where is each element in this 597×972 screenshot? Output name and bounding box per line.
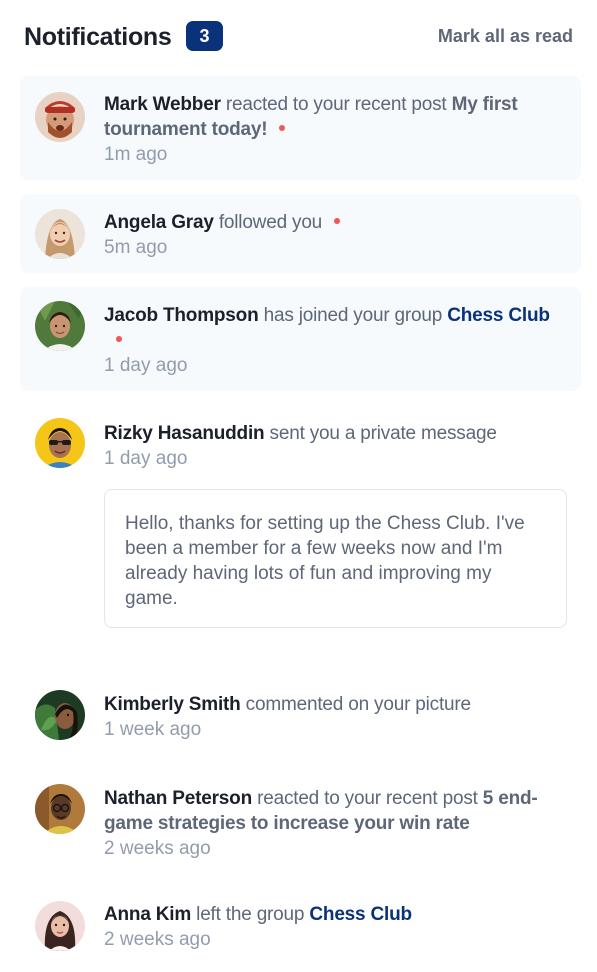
notification-time: 1 week ago — [104, 719, 202, 740]
notification-time: 2 weeks ago — [104, 929, 211, 950]
notification-action: has joined your group — [263, 305, 443, 326]
notification-user-name[interactable]: Anna Kim — [104, 904, 191, 925]
notification-time: 1m ago — [104, 144, 168, 165]
notification-item[interactable]: Nathan Peterson reacted to your recent p… — [20, 770, 581, 874]
mark-all-as-read-button[interactable]: Mark all as read — [438, 26, 573, 47]
unread-count-badge: 3 — [186, 21, 223, 51]
notification-item[interactable]: Kimberly Smith commented on your picture… — [20, 676, 581, 756]
avatar-nathan-peterson[interactable] — [35, 784, 85, 834]
notification-user-name[interactable]: Nathan Peterson — [104, 788, 252, 809]
notification-text: Angela Gray followed you — [104, 210, 561, 235]
notification-action: followed you — [218, 212, 323, 233]
notification-text: Rizky Hasanuddin sent you a private mess… — [104, 421, 561, 446]
avatar-kimberly-smith[interactable] — [35, 690, 85, 740]
notification-item[interactable]: Mark Webber reacted to your recent post … — [20, 76, 581, 180]
notification-text: Nathan Peterson reacted to your recent p… — [104, 786, 561, 836]
unread-dot-icon — [279, 124, 286, 131]
notification-action: left the group — [196, 904, 305, 925]
notification-time: 1 day ago — [104, 355, 188, 376]
avatar-rizky-hasanuddin[interactable] — [35, 418, 85, 468]
notification-group-link[interactable]: Chess Club — [309, 904, 412, 925]
notification-text: Anna Kim left the group Chess Club — [104, 902, 561, 927]
notification-time: 1 day ago — [104, 448, 188, 469]
notification-group-link[interactable]: Chess Club — [447, 305, 550, 326]
page-title: Notifications — [24, 23, 172, 51]
private-message-preview[interactable]: Hello, thanks for setting up the Chess C… — [104, 489, 567, 628]
notification-user-name[interactable]: Mark Webber — [104, 94, 221, 115]
notification-action: commented on your picture — [245, 694, 471, 715]
avatar-angela-gray[interactable] — [35, 209, 85, 259]
avatar-jacob-thompson[interactable] — [35, 301, 85, 351]
notification-item[interactable]: Anna Kim left the group Chess Club 2 wee… — [20, 888, 581, 968]
avatar-anna-kim[interactable] — [35, 901, 85, 951]
notification-time: 2 weeks ago — [104, 838, 211, 859]
notification-action: reacted to your recent post — [225, 94, 447, 115]
notification-time: 5m ago — [104, 237, 168, 258]
notification-user-name[interactable]: Kimberly Smith — [104, 694, 241, 715]
notification-user-name[interactable]: Jacob Thompson — [104, 305, 259, 326]
notification-item[interactable]: Jacob Thompson has joined your group Che… — [20, 287, 581, 391]
notification-action: sent you a private message — [269, 423, 497, 444]
notification-user-name[interactable]: Rizky Hasanuddin — [104, 423, 265, 444]
notification-text: Mark Webber reacted to your recent post … — [104, 92, 561, 142]
unread-dot-icon — [116, 335, 122, 342]
notification-item[interactable]: Angela Gray followed you 5m ago — [20, 194, 581, 273]
notification-user-name[interactable]: Angela Gray — [104, 212, 214, 233]
notification-action: reacted to your recent post — [257, 788, 478, 809]
notification-text: Jacob Thompson has joined your group Che… — [104, 303, 561, 353]
avatar-mark-webber[interactable] — [35, 92, 85, 142]
notification-text: Kimberly Smith commented on your picture — [104, 692, 561, 717]
unread-dot-icon — [334, 217, 341, 224]
header: Notifications 3 Mark all as read — [24, 18, 573, 58]
